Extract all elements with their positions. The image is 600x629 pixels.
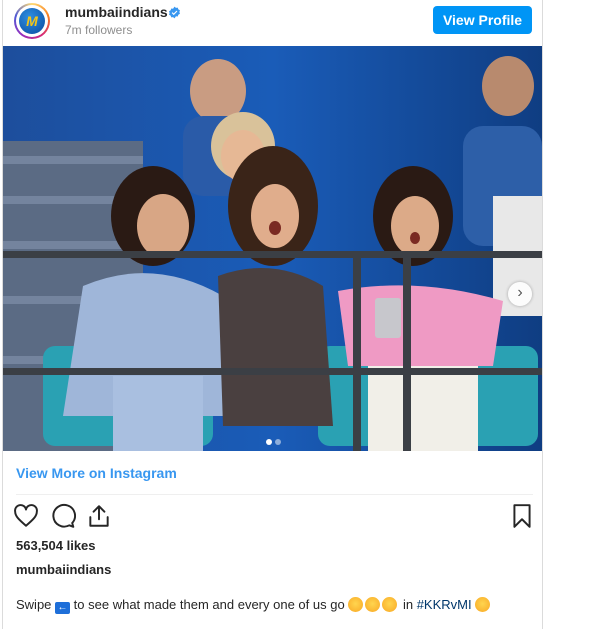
stadium-photo — [3, 46, 542, 451]
caption-text-in: in — [402, 597, 414, 612]
comment-icon[interactable] — [50, 503, 76, 529]
caption-username[interactable]: mumbaiindians — [16, 562, 111, 577]
left-arrow-emoji: ← — [55, 602, 71, 614]
hashtag-link[interactable]: #KKRvMI — [417, 597, 472, 612]
mumbai-indians-logo: M — [19, 8, 45, 34]
instagram-embed-card: M mumbaiindians 7m followers View Profil… — [2, 0, 543, 629]
verified-badge-icon — [169, 6, 180, 19]
caption-text-start: Swipe — [16, 597, 52, 612]
post-caption: Swipe ← to see what made them and every … — [16, 597, 491, 614]
username[interactable]: mumbaiindians — [65, 4, 168, 20]
shocked-face-emoji — [365, 597, 381, 612]
shocked-face-emoji — [382, 597, 398, 612]
carousel-dot-active — [266, 439, 272, 445]
winking-face-emoji — [475, 597, 491, 612]
heart-icon[interactable] — [13, 503, 39, 529]
carousel-indicator — [266, 432, 284, 450]
avatar[interactable]: M — [14, 3, 50, 39]
post-header: M mumbaiindians 7m followers View Profil… — [3, 0, 542, 46]
bookmark-icon[interactable] — [509, 503, 535, 529]
carousel-dot — [275, 439, 281, 445]
post-photo[interactable]: › — [3, 46, 542, 451]
follower-count: 7m followers — [65, 23, 133, 37]
share-icon[interactable] — [86, 503, 112, 529]
view-more-link[interactable]: View More on Instagram — [16, 465, 177, 481]
shocked-face-emoji — [348, 597, 364, 612]
view-profile-button[interactable]: View Profile — [433, 6, 532, 34]
chevron-right-icon[interactable]: › — [508, 282, 532, 306]
like-count[interactable]: 563,504 likes — [16, 538, 96, 553]
divider — [16, 494, 533, 495]
caption-text-middle: to see what made them and every one of u… — [73, 597, 345, 612]
